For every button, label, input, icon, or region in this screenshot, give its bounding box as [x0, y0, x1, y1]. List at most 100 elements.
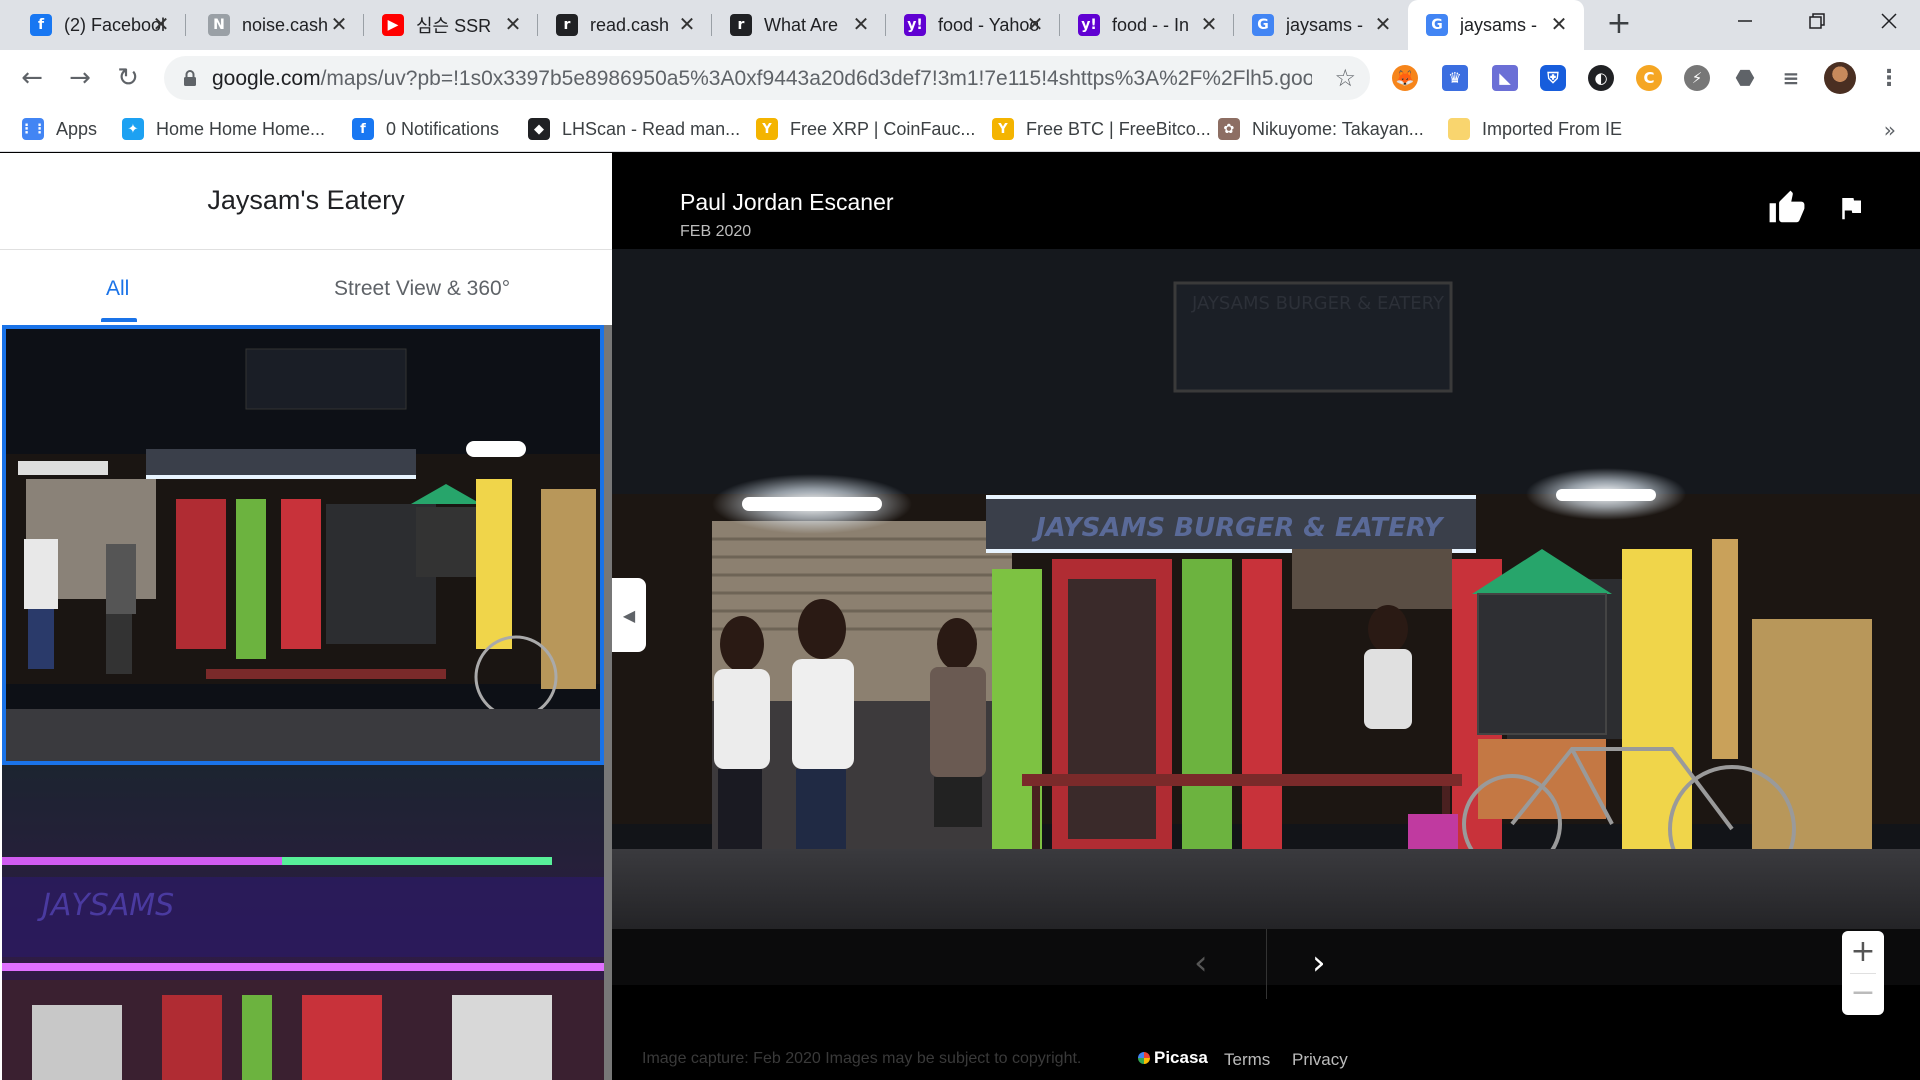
terms-link[interactable]: Terms — [1224, 1050, 1270, 1070]
manga-icon: ✿ — [1218, 118, 1240, 140]
tab-title: jaysams - — [1460, 14, 1538, 35]
tab-close-icon[interactable]: ✕ — [1548, 13, 1570, 35]
neon-sign-thumbnail-image: JAYSAMS — [2, 765, 604, 1080]
bookmark-label: Imported From IE — [1482, 118, 1623, 139]
tab-separator — [185, 14, 186, 36]
photo-side-panel: Jaysam's Eatery All Street View & 360° J… — [0, 153, 612, 1080]
facebook-icon: f — [352, 118, 374, 140]
tab-title: What Are — [764, 14, 839, 35]
noise-cash-icon: N — [208, 14, 230, 36]
tab-close-icon[interactable]: ✕ — [328, 13, 350, 35]
next-photo-button[interactable]: › — [1312, 943, 1326, 983]
browser-toolbar: ← → ↻ google.com/maps/uv?pb=!1s0x3397b5e… — [0, 50, 1920, 106]
extension-crown-icon[interactable]: ♛ — [1442, 65, 1468, 91]
bookmark-label: Free BTC | FreeBitco... — [1026, 118, 1211, 139]
read-cash-icon: r — [556, 14, 578, 36]
tab-close-icon[interactable]: ✕ — [1198, 13, 1220, 35]
browser-tab[interactable]: y! food - - In ✕ — [1060, 0, 1234, 50]
reload-icon: ↻ — [117, 63, 139, 93]
browser-tab[interactable]: ▶ 심슨 SSR ✕ — [364, 0, 538, 50]
viewer-footer: Image capture: Feb 2020 Images may be su… — [612, 1040, 1920, 1080]
panel-divider — [0, 249, 612, 250]
minimize-button[interactable] — [1714, 0, 1776, 42]
bookmark-item[interactable]: ◆ LHScan - Read man... — [528, 116, 740, 142]
forward-button[interactable]: → — [62, 60, 98, 96]
twitter-icon: ✦ — [122, 118, 144, 140]
bitwarden-icon[interactable]: ⛨ — [1540, 65, 1566, 91]
photo-thumbnail[interactable]: JAYSAMS — [2, 765, 604, 1080]
youtube-icon: ▶ — [382, 14, 404, 36]
reload-button[interactable]: ↻ — [110, 60, 146, 96]
browser-tab[interactable]: r What Are ✕ — [712, 0, 886, 50]
back-button[interactable]: ← — [14, 60, 50, 96]
media-control-icon[interactable]: ≡ — [1778, 65, 1804, 91]
thumbs-up-icon[interactable] — [1768, 189, 1806, 227]
storefront-photo[interactable]: JAYSAMS BURGER & EATERY JAYSAMS BURGER &… — [612, 249, 1920, 985]
extensions-puzzle-icon[interactable]: ⬣ — [1732, 65, 1758, 91]
menu-kebab-icon[interactable]: ⋮ — [1876, 65, 1902, 91]
zoom-out-button[interactable]: − — [1842, 973, 1884, 1015]
zoom-in-button[interactable]: + — [1842, 931, 1884, 973]
tab-close-icon[interactable]: ✕ — [1024, 13, 1046, 35]
browser-tab[interactable]: Gjaysams - ✕ — [1234, 0, 1408, 50]
bookmark-label: Nikuyome: Takayan... — [1252, 118, 1424, 139]
tab-title: food - - In — [1112, 14, 1190, 35]
metamask-icon[interactable]: 🦊 — [1392, 65, 1418, 91]
browser-tab[interactable]: Nnoise.cash ✕ — [190, 0, 364, 50]
browser-tab[interactable]: f (2) Facebook ✕ — [12, 0, 186, 50]
tab-close-icon[interactable]: ✕ — [150, 13, 172, 35]
yahoo-icon: y! — [904, 14, 926, 36]
browser-tab[interactable]: Gjaysams - ✕ — [1408, 0, 1584, 50]
folder-icon — [1448, 118, 1470, 140]
bookmark-star-icon[interactable]: ☆ — [1334, 64, 1356, 92]
address-bar[interactable]: google.com/maps/uv?pb=!1s0x3397b5e898695… — [164, 56, 1370, 100]
tab-all[interactable]: All — [106, 277, 129, 301]
extension-spectrum-icon[interactable]: ◐ — [1588, 65, 1614, 91]
tab-title: noise.cash — [242, 14, 329, 35]
new-tab-button[interactable]: + — [1604, 9, 1634, 40]
picasa-label: Picasa — [1154, 1048, 1208, 1067]
tab-title: (2) Facebook — [64, 14, 164, 35]
browser-tab[interactable]: y! food - Yahoo ✕ — [886, 0, 1060, 50]
tab-street-view[interactable]: Street View & 360° — [334, 277, 510, 301]
flag-icon[interactable] — [1836, 193, 1866, 223]
browser-tab[interactable]: r read.cash ✕ — [538, 0, 712, 50]
storefront-thumbnail-image — [6, 329, 600, 761]
shop-sign-text: JAYSAMS BURGER & EATERY — [1031, 513, 1446, 543]
facebook-icon: f — [30, 14, 52, 36]
tab-close-icon[interactable]: ✕ — [502, 13, 524, 35]
google-icon: G — [1426, 14, 1448, 36]
collapse-panel-button[interactable]: ◀ — [612, 578, 646, 652]
profile-avatar[interactable] — [1824, 62, 1856, 94]
picasa-logo[interactable]: Picasa — [1138, 1048, 1208, 1068]
close-window-button[interactable] — [1858, 0, 1920, 42]
tab-close-icon[interactable]: ✕ — [676, 13, 698, 35]
bookmark-item[interactable]: ✦ Home Home Home... — [122, 116, 325, 142]
privacy-link[interactable]: Privacy — [1292, 1050, 1348, 1070]
bookmark-item[interactable]: ⋮⋮ Apps — [20, 116, 98, 142]
bookmark-item[interactable]: Y Free BTC | FreeBitco... — [992, 116, 1211, 142]
extension-wing-icon[interactable]: ◣ — [1492, 65, 1518, 91]
bookmark-item[interactable]: Y Free XRP | CoinFauc... — [756, 116, 975, 142]
tab-close-icon[interactable]: ✕ — [1372, 13, 1394, 35]
tab-title: read.cash — [590, 14, 670, 35]
photo-author[interactable]: Paul Jordan Escaner — [680, 189, 894, 216]
bookmark-item[interactable]: f 0 Notifications — [352, 116, 499, 142]
photo-header: Paul Jordan Escaner FEB 2020 — [612, 153, 1920, 249]
bolt-extension-icon[interactable]: ⚡ — [1684, 65, 1710, 91]
tab-title: 심슨 SSR — [416, 16, 492, 36]
panel-scrollbar[interactable] — [604, 325, 612, 1080]
previous-photo-button[interactable]: ‹ — [1194, 943, 1208, 983]
restore-button[interactable] — [1786, 0, 1848, 42]
tab-title: jaysams - — [1286, 14, 1364, 35]
tab-close-icon[interactable]: ✕ — [850, 13, 872, 35]
coin-extension-icon[interactable]: C — [1636, 65, 1662, 91]
bookmark-item[interactable]: Imported From IE — [1448, 116, 1622, 142]
bookmark-item[interactable]: ✿ Nikuyome: Takayan... — [1218, 116, 1424, 142]
bookmark-label: Home Home Home... — [156, 118, 326, 139]
bookmark-label: Apps — [56, 118, 98, 139]
photo-thumbnail-selected[interactable] — [2, 325, 604, 765]
picasa-icon — [1138, 1052, 1150, 1064]
bookmarks-overflow-button[interactable]: » — [1884, 118, 1896, 142]
url-path: /maps/uv?pb=!1s0x3397b5e8986950a5%3A0xf9… — [320, 67, 1312, 90]
